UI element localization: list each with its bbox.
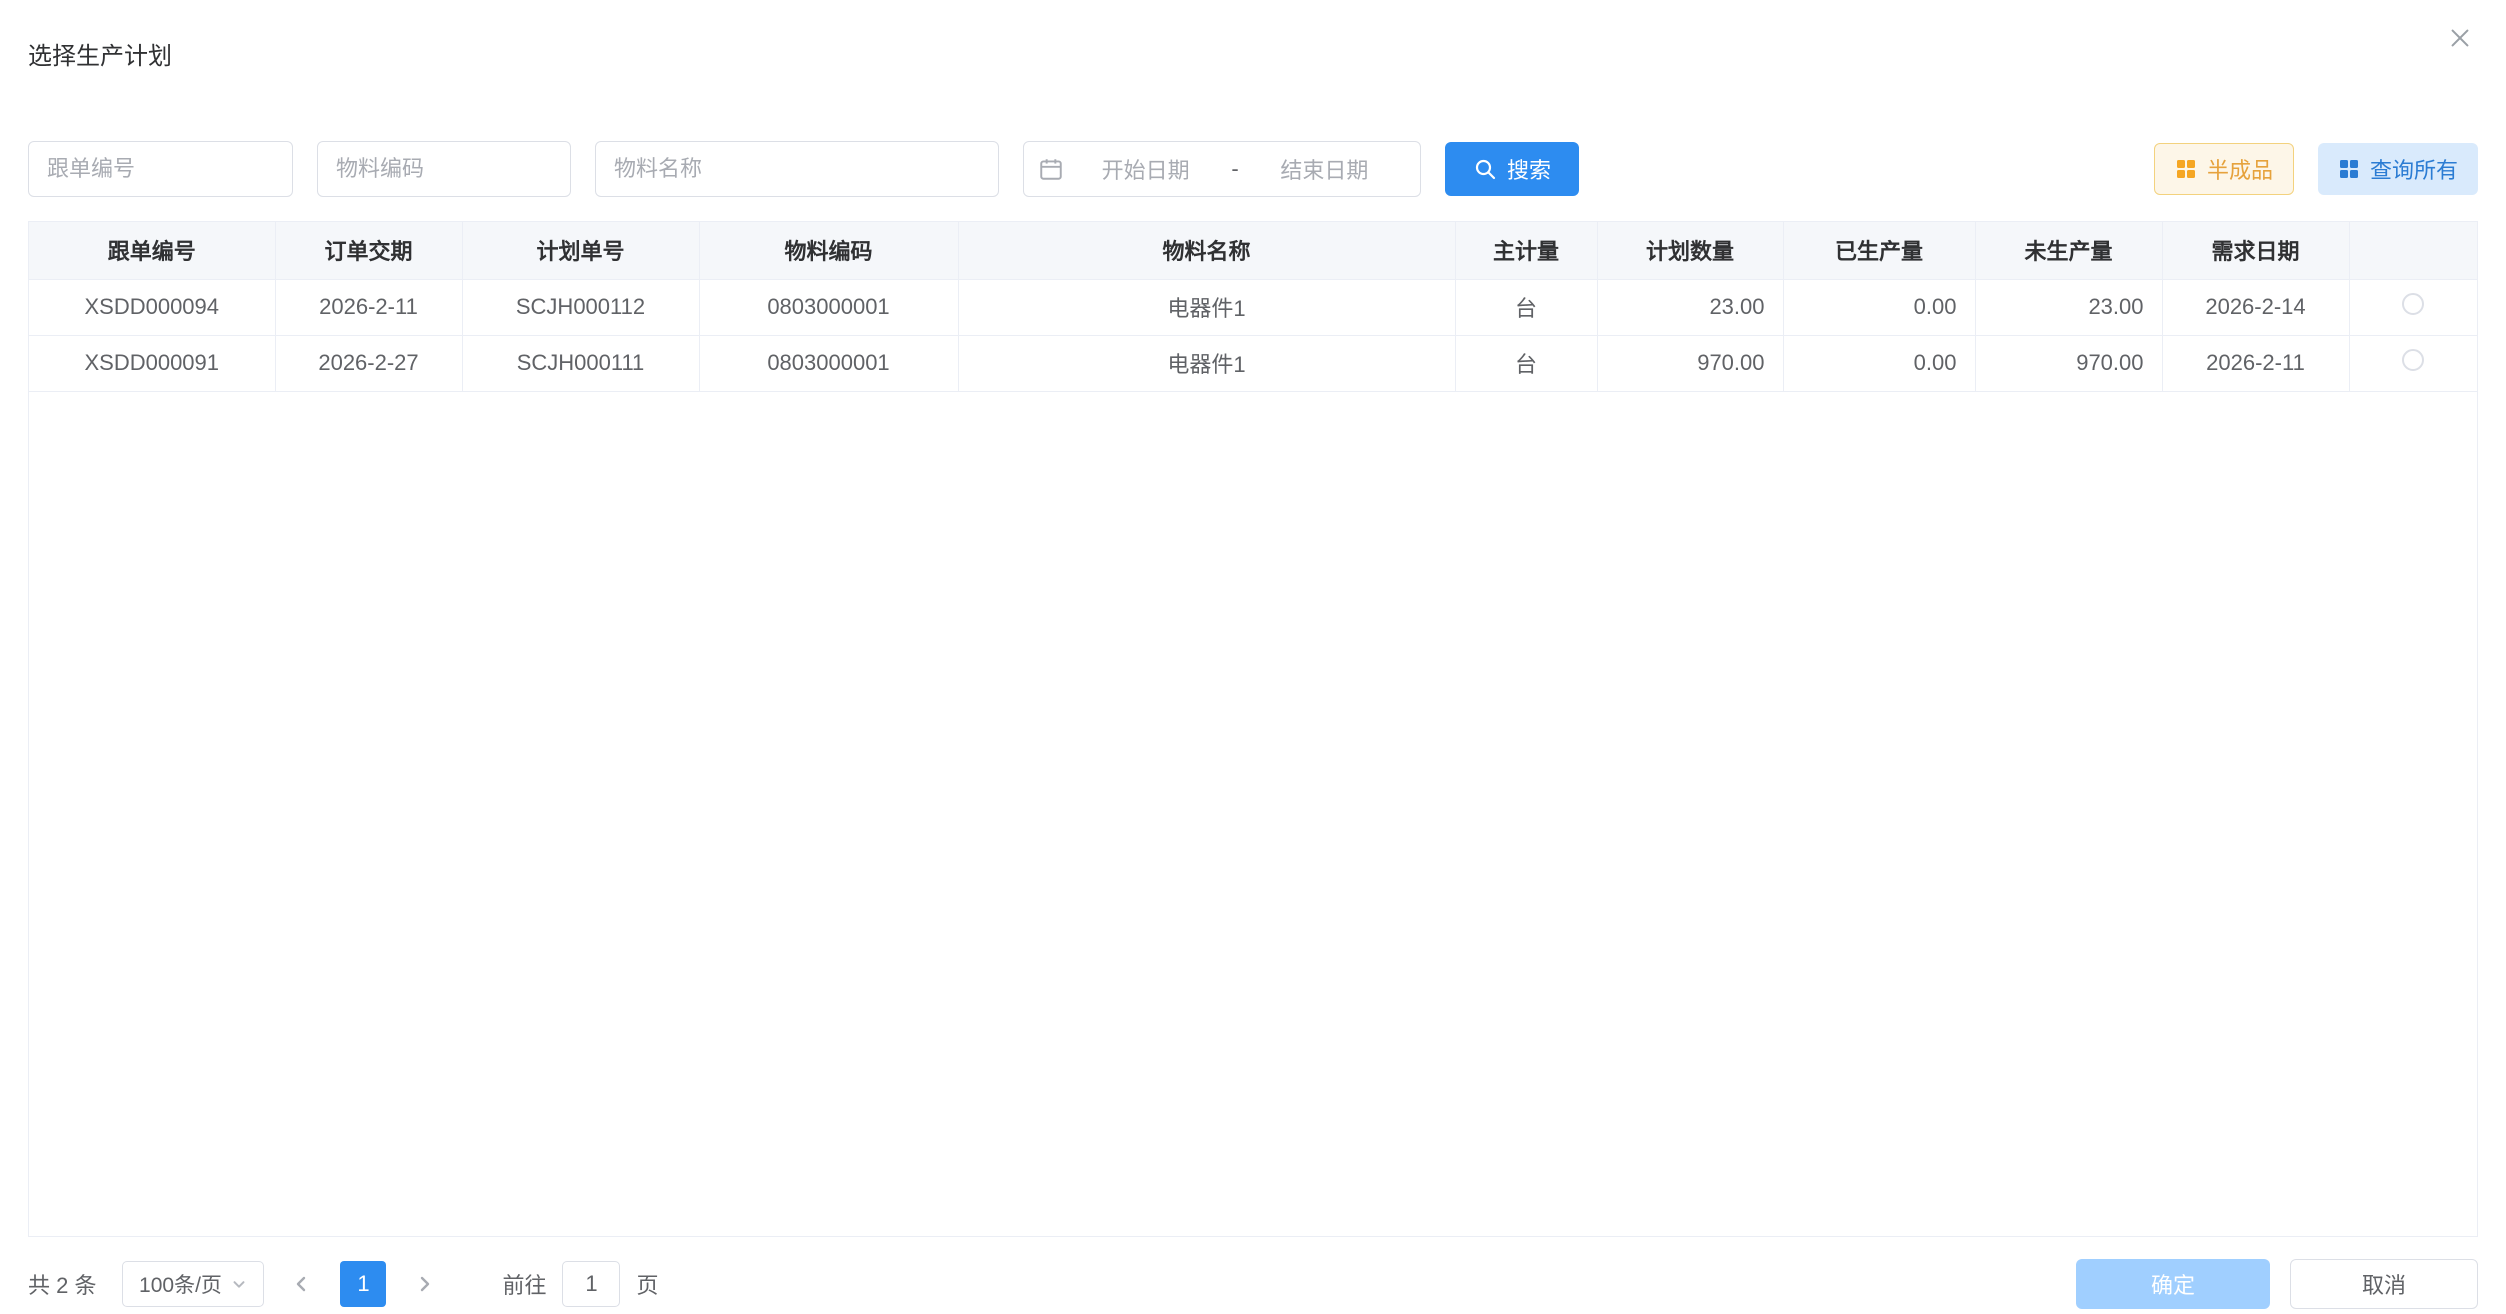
- order-no-input[interactable]: [28, 141, 293, 197]
- column-header-order-no: 跟单编号: [29, 222, 275, 279]
- table-cell: SCJH000112: [462, 279, 699, 335]
- table-cell: 0803000001: [699, 335, 958, 391]
- table-cell: 2026-2-11: [2162, 335, 2349, 391]
- column-header-plan-qty: 计划数量: [1597, 222, 1783, 279]
- production-plan-table: 跟单编号 订单交期 计划单号 物料编码 物料名称 主计量 计划数量 已生产量 未…: [28, 221, 2478, 1237]
- table-cell-select: [2349, 335, 2477, 391]
- query-all-label: 查询所有: [2370, 153, 2458, 185]
- prev-page-button[interactable]: [280, 1261, 324, 1307]
- search-icon: [1473, 157, 1497, 181]
- table-cell: 2026-2-27: [275, 335, 462, 391]
- column-header-select: [2349, 222, 2477, 279]
- table-cell: XSDD000094: [29, 279, 275, 335]
- row-radio-button[interactable]: [2402, 293, 2424, 315]
- footer-buttons: 确定 取消: [2076, 1259, 2478, 1309]
- material-code-input[interactable]: [317, 141, 571, 197]
- semi-finished-label: 半成品: [2207, 153, 2273, 185]
- start-date-placeholder: 开始日期: [1064, 153, 1227, 185]
- column-header-material-code: 物料编码: [699, 222, 958, 279]
- table-cell: 23.00: [1975, 279, 2162, 335]
- semi-finished-button[interactable]: 半成品: [2154, 143, 2294, 195]
- total-count-text: 共 2 条: [28, 1268, 96, 1300]
- pagination: 共 2 条 100条/页 1 前往 页: [28, 1261, 659, 1307]
- table-cell: 23.00: [1597, 279, 1783, 335]
- dialog-footer: 共 2 条 100条/页 1 前往 页 确: [28, 1259, 2478, 1309]
- table-row[interactable]: XSDD000091 2026-2-27 SCJH000111 08030000…: [29, 335, 2477, 391]
- search-button[interactable]: 搜索: [1445, 142, 1579, 196]
- table-cell: 0.00: [1783, 335, 1975, 391]
- close-icon[interactable]: [2442, 20, 2478, 56]
- date-separator: -: [1227, 156, 1242, 182]
- grid-icon: [2175, 158, 2197, 180]
- table-cell: 970.00: [1597, 335, 1783, 391]
- page-size-select[interactable]: 100条/页: [122, 1261, 264, 1307]
- select-production-plan-dialog: 选择生产计划 开始日期 - 结束日期 搜索 半成品: [0, 0, 2506, 1314]
- column-header-material-name: 物料名称: [958, 222, 1455, 279]
- next-page-button[interactable]: [402, 1261, 446, 1307]
- search-button-label: 搜索: [1507, 153, 1551, 185]
- cancel-button[interactable]: 取消: [2290, 1259, 2478, 1309]
- table-cell-select: [2349, 279, 2477, 335]
- table-cell: 2026-2-14: [2162, 279, 2349, 335]
- calendar-icon: [1038, 156, 1064, 182]
- page-number-button[interactable]: 1: [340, 1261, 386, 1307]
- table-cell: SCJH000111: [462, 335, 699, 391]
- table-cell: 台: [1455, 335, 1597, 391]
- table-cell: 970.00: [1975, 335, 2162, 391]
- table-cell: XSDD000091: [29, 335, 275, 391]
- chevron-left-icon: [292, 1274, 312, 1294]
- table-header-row: 跟单编号 订单交期 计划单号 物料编码 物料名称 主计量 计划数量 已生产量 未…: [29, 222, 2477, 279]
- table-cell: 2026-2-11: [275, 279, 462, 335]
- table-cell: 电器件1: [958, 279, 1455, 335]
- confirm-button[interactable]: 确定: [2076, 1259, 2270, 1309]
- table-cell: 电器件1: [958, 335, 1455, 391]
- goto-page-input[interactable]: [562, 1261, 620, 1307]
- table-cell: 台: [1455, 279, 1597, 335]
- grid-icon: [2338, 158, 2360, 180]
- column-header-produced-qty: 已生产量: [1783, 222, 1975, 279]
- query-all-button[interactable]: 查询所有: [2318, 143, 2478, 195]
- material-name-input[interactable]: [595, 141, 999, 197]
- column-header-demand-date: 需求日期: [2162, 222, 2349, 279]
- chevron-down-icon: [230, 1275, 248, 1293]
- end-date-placeholder: 结束日期: [1243, 153, 1406, 185]
- filter-bar: 开始日期 - 结束日期 搜索 半成品 查询所有: [28, 141, 2478, 197]
- column-header-order-date: 订单交期: [275, 222, 462, 279]
- column-header-plan-no: 计划单号: [462, 222, 699, 279]
- table-cell: 0.00: [1783, 279, 1975, 335]
- row-radio-button[interactable]: [2402, 349, 2424, 371]
- chevron-right-icon: [414, 1274, 434, 1294]
- goto-label: 前往: [502, 1268, 546, 1300]
- page-unit-label: 页: [636, 1268, 658, 1300]
- table-row[interactable]: XSDD000094 2026-2-11 SCJH000112 08030000…: [29, 279, 2477, 335]
- column-header-unproduced-qty: 未生产量: [1975, 222, 2162, 279]
- date-range-picker[interactable]: 开始日期 - 结束日期: [1023, 141, 1421, 197]
- page-size-value: 100条/页: [139, 1269, 222, 1299]
- table-cell: 0803000001: [699, 279, 958, 335]
- column-header-unit: 主计量: [1455, 222, 1597, 279]
- dialog-title: 选择生产计划: [28, 36, 2478, 71]
